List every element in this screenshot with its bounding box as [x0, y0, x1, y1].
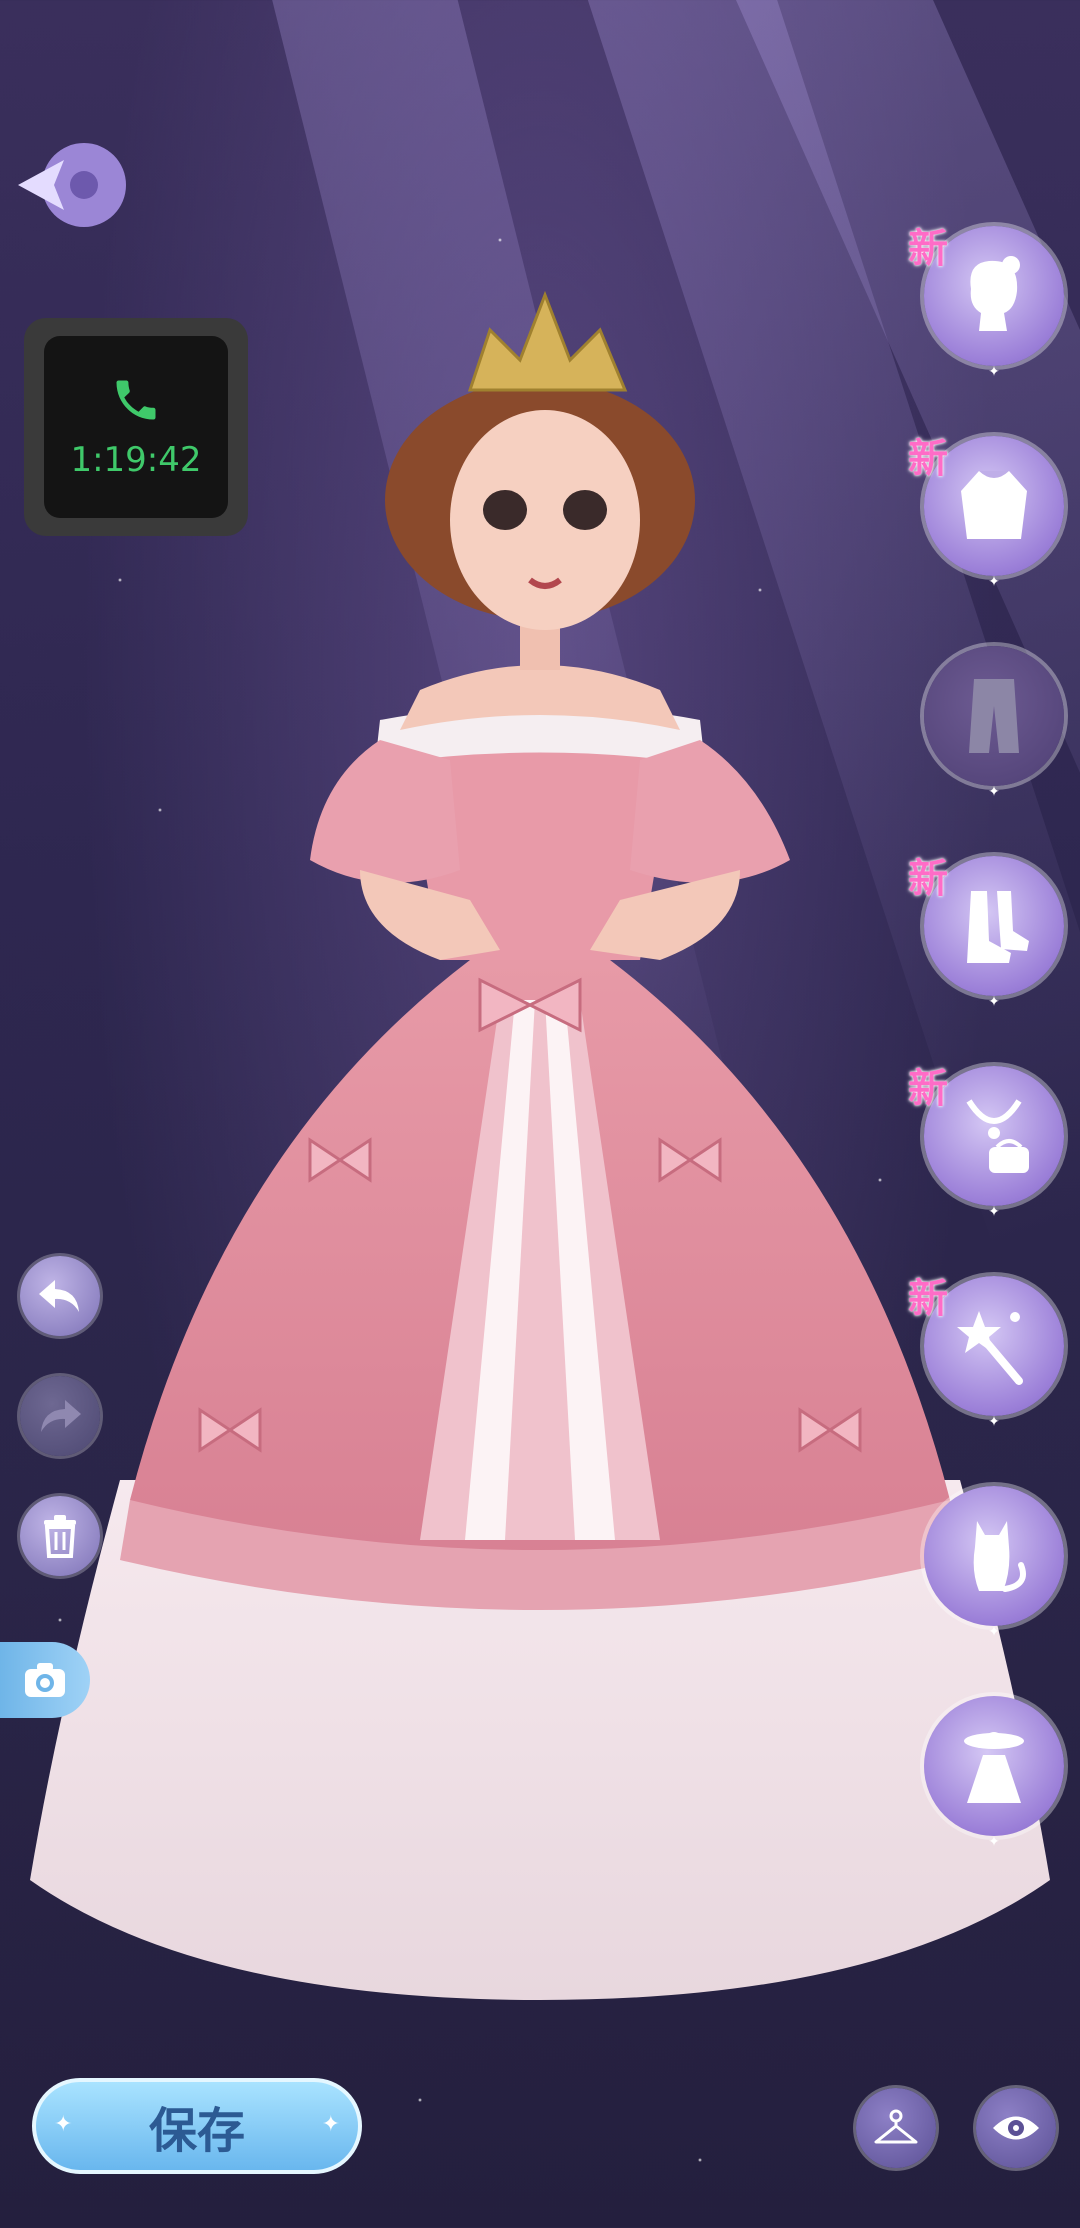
hat-dress-icon — [964, 1732, 1024, 1803]
trash-icon — [44, 1515, 76, 1558]
new-badge: 新 — [908, 1276, 948, 1322]
eye-icon — [993, 2116, 1039, 2140]
camera-icon — [25, 1663, 65, 1697]
sparkle-icon: ✦ — [54, 2112, 73, 2137]
new-badge: 新 — [908, 856, 948, 902]
category-accessories[interactable]: 新 ✦ — [908, 1066, 1064, 1220]
redo-button[interactable] — [20, 1376, 100, 1456]
indicator-dot: ✦ — [988, 1414, 1000, 1430]
category-pet[interactable]: ✦ — [924, 1486, 1064, 1640]
call-panel: 1:19:42 — [44, 336, 228, 518]
preview-button[interactable] — [976, 2088, 1056, 2168]
category-hair[interactable]: 新 ✦ — [908, 226, 1064, 380]
sparkle-icon: ✦ — [321, 2112, 340, 2137]
redo-icon — [41, 1400, 81, 1432]
necklace-bag-icon — [966, 1099, 1029, 1173]
pants-icon — [969, 679, 1019, 753]
new-badge: 新 — [908, 436, 948, 482]
top-icon — [961, 471, 1027, 539]
phone-icon — [116, 380, 156, 420]
indicator-dot: ✦ — [988, 1624, 1000, 1640]
magic-wand-icon — [957, 1311, 1023, 1385]
category-shoes[interactable]: 新 ✦ — [908, 856, 1064, 1010]
hairstyle-icon — [970, 256, 1020, 331]
cat-icon — [973, 1521, 1026, 1592]
call-duration: 1:19:42 — [70, 440, 202, 480]
undo-icon — [39, 1280, 79, 1312]
shoes-icon — [967, 891, 1029, 963]
category-bottom[interactable]: ✦ — [924, 646, 1064, 800]
undo-button[interactable] — [20, 1256, 100, 1336]
indicator-dot: ✦ — [988, 364, 1000, 380]
back-arrow-icon — [18, 143, 126, 227]
new-badge: 新 — [908, 226, 948, 272]
save-button[interactable]: ✦ 保存 ✦ — [32, 2078, 362, 2174]
save-label: 保存 — [148, 2103, 245, 2159]
hanger-icon — [874, 2109, 918, 2144]
indicator-dot: ✦ — [988, 784, 1000, 800]
category-top[interactable]: 新 ✦ — [908, 436, 1064, 590]
category-suit[interactable]: ✦ — [924, 1696, 1064, 1850]
back-button[interactable] — [14, 140, 130, 230]
call-overlay[interactable]: 1:19:42 — [24, 318, 248, 536]
category-effects[interactable]: 新 ✦ — [908, 1276, 1064, 1430]
camera-button[interactable] — [0, 1642, 90, 1718]
wardrobe-button[interactable] — [856, 2088, 936, 2168]
indicator-dot: ✦ — [988, 994, 1000, 1010]
indicator-dot: ✦ — [988, 574, 1000, 590]
indicator-dot: ✦ — [988, 1834, 1000, 1850]
new-badge: 新 — [908, 1066, 948, 1112]
delete-button[interactable] — [20, 1496, 100, 1576]
indicator-dot: ✦ — [988, 1204, 1000, 1220]
